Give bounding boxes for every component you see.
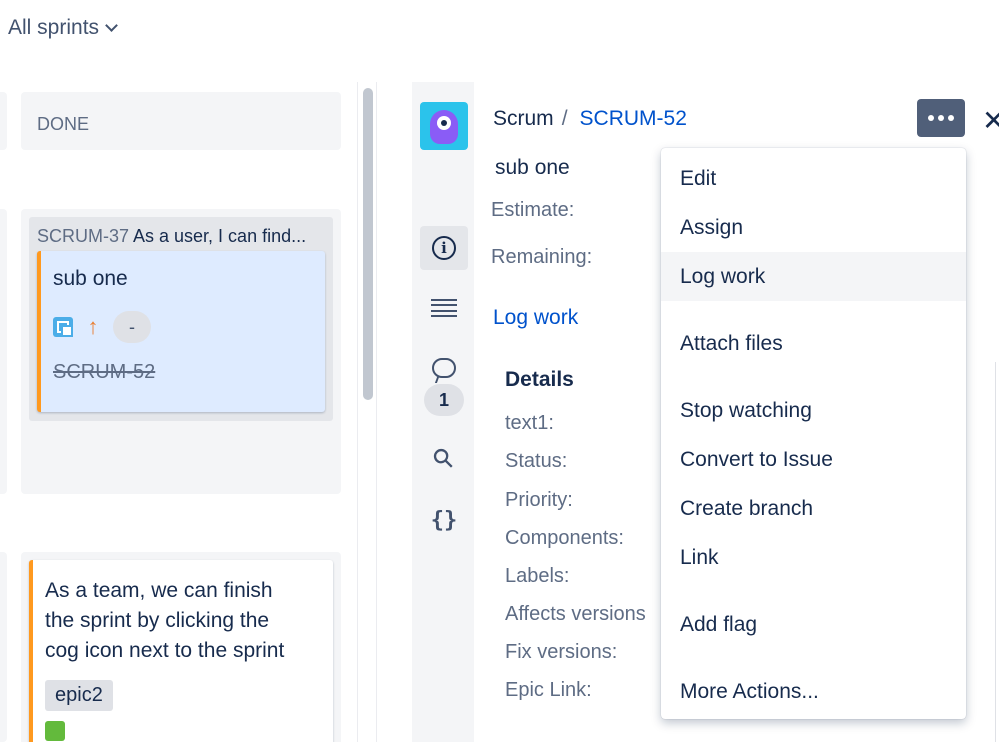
board-scrollbar[interactable] <box>357 82 377 742</box>
column-header-done: DONE <box>21 92 341 150</box>
card-title: sub one <box>53 267 128 290</box>
epic-tag: epic2 <box>45 680 113 711</box>
attachment-icon: ⚲ <box>426 440 461 475</box>
development-icon: {} <box>430 507 458 533</box>
more-actions-button[interactable] <box>917 99 965 137</box>
field-priority: Priority: <box>505 489 573 511</box>
description-tab[interactable] <box>420 286 468 330</box>
card-key: SCRUM-52 <box>53 361 156 383</box>
menu-item-stop-watching[interactable]: Stop watching <box>661 386 966 435</box>
field-components: Components: <box>505 527 624 549</box>
detail-side-rail: i 1 ⚲ {} <box>412 82 474 742</box>
breadcrumb: Scrum / SCRUM-52 <box>493 107 687 131</box>
estimate-badge: - <box>113 311 151 343</box>
breadcrumb-separator: / <box>561 107 568 130</box>
parent-issue-key[interactable]: SCRUM-37 <box>37 226 129 246</box>
menu-item-create-branch[interactable]: Create branch <box>661 484 966 533</box>
attachments-tab[interactable]: ⚲ <box>420 436 468 480</box>
details-tab[interactable]: i <box>420 226 468 270</box>
parent-issue-title: As a user, I can find... <box>133 226 307 246</box>
close-icon[interactable]: ✕ <box>982 104 999 137</box>
priority-high-icon: ↑ <box>87 314 99 339</box>
parent-issue-row[interactable]: SCRUM-37 As a user, I can find... <box>29 217 333 251</box>
menu-item-more-actions[interactable]: More Actions... <box>661 667 966 716</box>
story-icon <box>45 721 65 741</box>
development-tab[interactable]: {} <box>420 498 468 542</box>
sprint-filter-dropdown[interactable]: All sprints <box>8 16 118 40</box>
comment-icon <box>432 358 456 378</box>
swimlane-done: SCRUM-37 As a user, I can find... sub one… <box>21 209 341 494</box>
left-column-stub <box>0 209 7 494</box>
menu-item-attach-files[interactable]: Attach files <box>661 319 966 368</box>
more-icon <box>928 115 934 121</box>
log-work-link[interactable]: Log work <box>493 306 578 330</box>
panel-divider <box>995 362 999 742</box>
estimate-label: Estimate: <box>491 199 575 221</box>
story-card[interactable]: As a team, we can finish the sprint by c… <box>29 560 333 742</box>
breadcrumb-issue-key[interactable]: SCRUM-52 <box>580 107 687 131</box>
left-column-stub <box>0 552 7 742</box>
column-title: DONE <box>37 114 90 134</box>
field-text1: text1: <box>505 412 554 434</box>
remaining-label: Remaining: <box>491 246 593 268</box>
story-title-line: the sprint by clicking the <box>45 609 270 632</box>
menu-item-edit[interactable]: Edit <box>661 154 966 203</box>
chevron-down-icon <box>105 18 118 32</box>
breadcrumb-project[interactable]: Scrum <box>493 107 554 131</box>
issue-summary[interactable]: sub one <box>495 156 570 180</box>
menu-item-link[interactable]: Link <box>661 533 966 582</box>
sprint-filter-label: All sprints <box>8 16 100 39</box>
field-labels: Labels: <box>505 565 570 587</box>
subtask-card[interactable]: sub one ↑ - SCRUM-52 <box>37 251 325 412</box>
project-avatar[interactable] <box>420 102 468 150</box>
field-epic-link: Epic Link: <box>505 679 592 701</box>
menu-item-log-work[interactable]: Log work <box>661 252 966 301</box>
field-fix-versions: Fix versions: <box>505 641 618 663</box>
scrollbar-thumb[interactable] <box>363 88 373 400</box>
story-title-line: cog icon next to the sprint <box>45 639 285 662</box>
comments-count-badge: 1 <box>424 384 464 416</box>
details-heading: Details <box>505 368 574 391</box>
actions-dropdown-menu: Edit Assign Log work Attach files Stop w… <box>661 148 966 719</box>
menu-item-convert-to-issue[interactable]: Convert to Issue <box>661 435 966 484</box>
menu-item-add-flag[interactable]: Add flag <box>661 600 966 649</box>
field-status: Status: <box>505 450 568 472</box>
field-affects-versions: Affects versions <box>505 603 646 625</box>
story-card-title: As a team, we can finish the sprint by c… <box>45 576 321 666</box>
subtask-icon <box>53 317 73 337</box>
swimlane-done-2: As a team, we can finish the sprint by c… <box>21 552 341 742</box>
menu-item-assign[interactable]: Assign <box>661 203 966 252</box>
description-icon <box>431 299 457 317</box>
info-icon: i <box>432 236 456 260</box>
story-title-line: As a team, we can finish <box>45 579 273 602</box>
left-column-stub <box>0 92 7 150</box>
